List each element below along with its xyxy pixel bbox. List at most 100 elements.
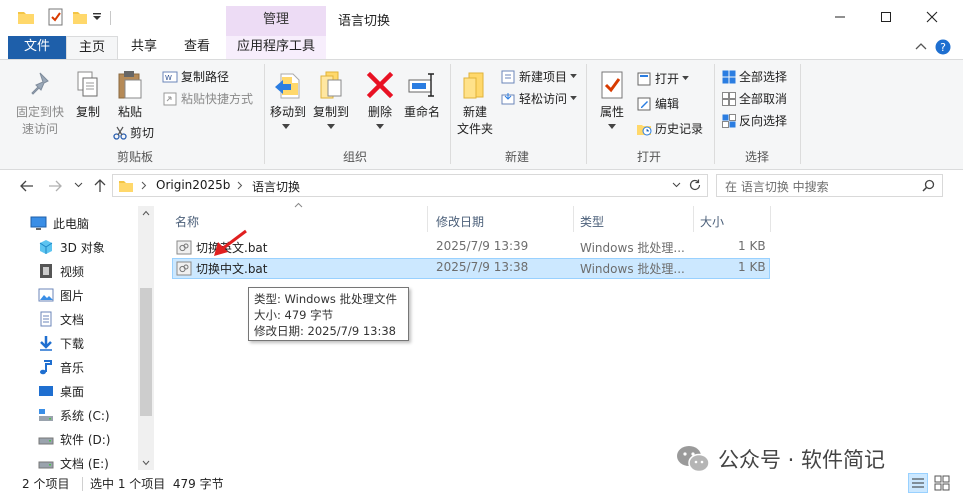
select-all-label: 全部选择 — [739, 70, 788, 84]
desktop-icon — [38, 383, 54, 399]
rename-button[interactable]: 重命名 — [402, 70, 442, 121]
cut-button[interactable]: 剪切 — [113, 124, 154, 141]
file-size: 1 KB — [738, 260, 766, 274]
collapse-ribbon-icon[interactable] — [915, 42, 927, 52]
nav-item-desktop[interactable]: 桌面 — [38, 380, 84, 402]
organize-group-label: 组织 — [342, 150, 367, 164]
copy-path-button[interactable]: W 复制路径 — [162, 68, 229, 85]
nav-item-drive-d[interactable]: 软件 (D:) — [38, 428, 110, 450]
copy-to-button[interactable]: 复制到 — [310, 70, 352, 129]
paste-button[interactable]: 粘贴 — [112, 70, 148, 121]
nav-item-music[interactable]: 音乐 — [38, 356, 84, 378]
tab-share[interactable]: 共享 — [118, 36, 170, 59]
tooltip-size: 大小: 479 字节 — [254, 308, 334, 322]
nav-item-videos[interactable]: 视频 — [38, 260, 84, 282]
open-button[interactable]: 打开 — [636, 70, 689, 87]
manage-tab[interactable]: 管理 — [226, 6, 326, 36]
nav-item-label: 图片 — [60, 288, 85, 303]
new-folder-quick-icon[interactable] — [72, 8, 88, 26]
large-icons-view-icon[interactable] — [933, 474, 951, 492]
delete-button[interactable]: 删除 — [362, 70, 398, 129]
ribbon-tabs: 文件 主页 共享 查看 应用程序工具 ? — [0, 36, 963, 60]
annotation-arrow-icon — [208, 229, 248, 259]
invert-selection-label: 反向选择 — [739, 114, 788, 128]
breadcrumb-separator-icon — [237, 181, 243, 190]
nav-scrollbar[interactable] — [138, 206, 154, 470]
scroll-up-icon[interactable] — [142, 210, 150, 216]
close-button[interactable] — [909, 0, 955, 34]
edit-icon — [636, 97, 652, 111]
column-divider[interactable] — [427, 206, 428, 232]
move-to-icon — [273, 70, 303, 100]
scrollbar-thumb[interactable] — [140, 288, 152, 416]
column-divider[interactable] — [693, 206, 694, 232]
properties-icon — [599, 70, 625, 100]
tab-app-tools[interactable]: 应用程序工具 — [226, 36, 326, 59]
edit-button[interactable]: 编辑 — [636, 95, 679, 112]
file-modified: 2025/7/9 13:39 — [436, 239, 529, 253]
dropdown-arrow-icon — [608, 124, 616, 130]
svg-text:W: W — [165, 74, 172, 82]
column-header-name[interactable]: 名称 — [175, 208, 199, 236]
table-row-selected[interactable]: 切换中文.bat 2025/7/9 13:38 Windows 批处理... 1… — [172, 258, 770, 279]
breadcrumb-item[interactable]: 语言切换 — [252, 178, 300, 195]
easy-access-button[interactable]: 轻松访问 — [500, 90, 577, 107]
nav-item-documents[interactable]: 文档 — [38, 308, 84, 330]
address-history-icon[interactable] — [672, 182, 681, 188]
refresh-icon[interactable] — [688, 178, 702, 192]
table-row[interactable]: 切换英文.bat 2025/7/9 13:39 Windows 批处理... 1… — [172, 237, 770, 258]
watermark: 公众号 · 软件简记 — [676, 444, 885, 474]
maximize-button[interactable] — [863, 0, 909, 34]
nav-item-this-pc[interactable]: 此电脑 — [30, 212, 89, 234]
minimize-button[interactable] — [817, 0, 863, 34]
details-view-icon[interactable] — [908, 473, 928, 493]
column-divider[interactable] — [770, 206, 771, 232]
nav-item-label: 音乐 — [60, 360, 85, 375]
column-divider[interactable] — [573, 206, 574, 232]
new-item-button[interactable]: 新建项目 — [500, 68, 577, 85]
scroll-down-icon[interactable] — [142, 460, 150, 466]
pin-icon — [27, 70, 53, 100]
forward-arrow-icon[interactable] — [48, 180, 62, 192]
column-header-type[interactable]: 类型 — [580, 208, 604, 236]
search-icon[interactable] — [922, 179, 935, 192]
nav-item-label: 软件 (D:) — [60, 432, 111, 447]
tab-view[interactable]: 查看 — [170, 36, 224, 59]
tab-home[interactable]: 主页 — [66, 36, 118, 60]
invert-selection-icon — [722, 113, 736, 128]
pin-quick-access-button[interactable]: 固定到快 速访问 — [10, 70, 70, 138]
search-placeholder: 在 语言切换 中搜索 — [725, 180, 829, 194]
properties-quick-icon[interactable] — [48, 8, 64, 26]
file-name[interactable]: 切换中文.bat — [196, 260, 268, 277]
address-bar[interactable]: Origin2025b 语言切换 — [112, 174, 708, 197]
move-to-button[interactable]: 移动到 — [268, 70, 308, 129]
copy-button[interactable]: 复制 — [72, 70, 104, 121]
help-icon[interactable]: ? — [935, 39, 951, 55]
back-arrow-icon[interactable] — [20, 180, 34, 192]
history-button[interactable]: 历史记录 — [636, 120, 703, 137]
up-arrow-icon[interactable] — [94, 179, 106, 193]
nav-item-drive-c[interactable]: 系统 (C:) — [38, 404, 110, 426]
paste-shortcut-button[interactable]: 粘贴快捷方式 — [162, 90, 253, 107]
select-none-button[interactable]: 全部取消 — [722, 90, 787, 107]
breadcrumb-item[interactable]: Origin2025b — [156, 178, 230, 192]
select-group-label: 选择 — [744, 150, 769, 164]
paste-icon — [116, 70, 144, 100]
new-folder-button[interactable]: 新建 文件夹 — [454, 70, 496, 138]
group-divider — [800, 64, 801, 164]
nav-item-3d-objects[interactable]: 3D 对象 — [38, 236, 105, 258]
customize-toolbar-icon[interactable] — [92, 12, 102, 22]
tab-file[interactable]: 文件 — [8, 36, 66, 59]
column-header-modified[interactable]: 修改日期 — [436, 208, 484, 236]
nav-item-label: 系统 (C:) — [60, 408, 110, 423]
file-type: Windows 批处理... — [580, 262, 685, 276]
column-header-size[interactable]: 大小 — [700, 208, 724, 236]
drive-icon — [38, 431, 54, 447]
search-input[interactable]: 在 语言切换 中搜索 — [716, 174, 943, 197]
nav-item-pictures[interactable]: 图片 — [38, 284, 84, 306]
invert-selection-button[interactable]: 反向选择 — [722, 112, 787, 129]
select-all-button[interactable]: 全部选择 — [722, 68, 787, 85]
properties-button[interactable]: 属性 — [594, 70, 630, 129]
recent-locations-icon[interactable] — [74, 182, 83, 188]
nav-item-downloads[interactable]: 下载 — [38, 332, 84, 354]
